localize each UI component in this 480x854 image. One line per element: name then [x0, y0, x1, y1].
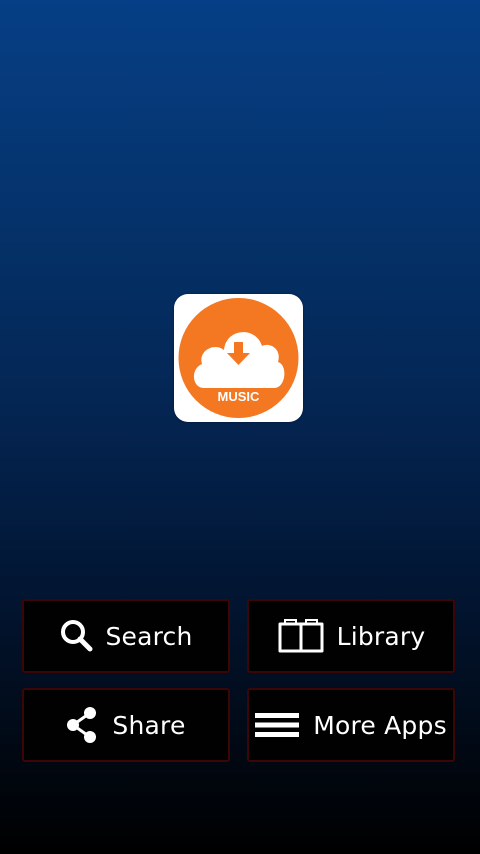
library-button[interactable]: Library	[247, 599, 455, 673]
splash-screen: { "app": { "logo_text": "MUSIC", "logo_i…	[0, 0, 480, 854]
logo-text: MUSIC	[218, 389, 261, 404]
search-icon	[59, 618, 95, 654]
share-button[interactable]: Share	[22, 688, 230, 762]
search-label: Search	[105, 621, 193, 651]
more-apps-button[interactable]: More Apps	[247, 688, 455, 762]
menu-icon	[255, 712, 300, 738]
book-icon	[277, 618, 325, 654]
more-apps-label: More Apps	[313, 710, 447, 740]
app-logo: MUSIC	[174, 294, 303, 422]
share-label: Share	[112, 710, 186, 740]
library-label: Library	[336, 621, 426, 651]
cloud-download-icon: MUSIC	[178, 298, 299, 418]
search-button[interactable]: Search	[22, 599, 230, 673]
share-icon	[66, 706, 98, 744]
